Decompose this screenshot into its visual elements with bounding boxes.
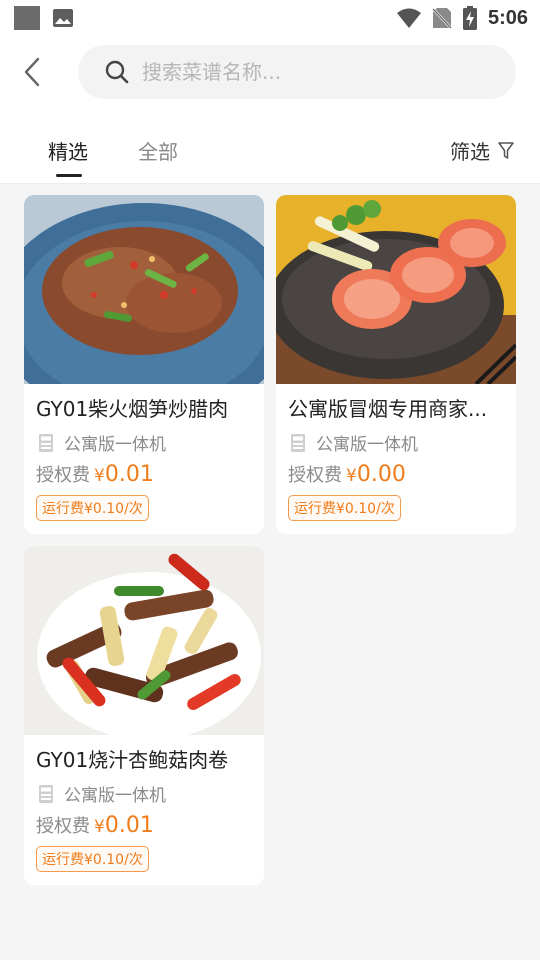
wifi-icon	[396, 8, 421, 28]
search-icon	[105, 60, 129, 84]
image-notification-icon	[53, 9, 73, 27]
price-row: 授权费 ¥ 0.01	[36, 461, 154, 487]
filter-label: 筛选	[450, 140, 490, 164]
no-sim-icon	[432, 8, 452, 29]
top-bar	[0, 36, 540, 112]
device-label: 公寓版一体机	[64, 435, 166, 455]
currency-symbol: ¥	[346, 466, 357, 486]
device-label: 公寓版一体机	[316, 435, 418, 455]
recipe-card[interactable]: GY01柴火烟笋炒腊肉 公寓版一体机 授权费 ¥ 0.01 运行费¥0.10/次	[24, 195, 264, 534]
license-fee-label: 授权费	[36, 465, 90, 486]
tab-featured[interactable]: 精选	[48, 136, 88, 165]
currency-symbol: ¥	[94, 817, 105, 837]
price-row: 授权费 ¥ 0.00	[288, 461, 406, 487]
recipe-title: 公寓版冒烟专用商家...	[288, 397, 488, 421]
cooking-machine-icon	[291, 433, 305, 452]
device-label: 公寓版一体机	[64, 786, 166, 806]
recipe-card[interactable]: 公寓版冒烟专用商家... 公寓版一体机 授权费 ¥ 0.00 运行费¥0.10/…	[276, 195, 516, 534]
license-fee-label: 授权费	[288, 465, 342, 486]
device-row: 公寓版一体机	[38, 781, 166, 806]
price-value: 0.00	[356, 462, 406, 487]
tab-bar: 精选 全部 筛选	[0, 112, 540, 184]
recipe-photo	[24, 195, 264, 384]
run-fee-badge: 运行费¥0.10/次	[288, 495, 401, 521]
price-value: 0.01	[104, 813, 154, 838]
currency-symbol: ¥	[94, 466, 105, 486]
chevron-left-icon	[24, 57, 40, 87]
run-fee-badge: 运行费¥0.10/次	[36, 495, 149, 521]
status-time: 5:06	[487, 6, 528, 29]
status-bar: 5:06	[0, 0, 540, 36]
cooking-machine-icon	[39, 433, 53, 452]
filter-funnel-icon	[498, 141, 514, 159]
battery-charging-icon	[462, 6, 477, 30]
notification-square-icon	[14, 6, 40, 30]
tab-all[interactable]: 全部	[138, 136, 178, 165]
run-fee-badge: 运行费¥0.10/次	[36, 846, 149, 872]
price-value: 0.01	[104, 462, 154, 487]
recipe-photo	[276, 195, 516, 384]
license-fee-label: 授权费	[36, 816, 90, 837]
back-button[interactable]	[14, 52, 50, 92]
device-row: 公寓版一体机	[38, 430, 166, 455]
recipe-title: GY01柴火烟笋炒腊肉	[36, 397, 229, 421]
device-row: 公寓版一体机	[290, 430, 418, 455]
tab-active-indicator	[56, 174, 82, 177]
cooking-machine-icon	[39, 784, 53, 803]
search-input[interactable]	[142, 60, 482, 84]
search-bar[interactable]	[78, 45, 516, 99]
recipe-title: GY01烧汁杏鲍菇肉卷	[36, 748, 229, 772]
price-row: 授权费 ¥ 0.01	[36, 812, 154, 838]
filter-button[interactable]: 筛选	[450, 136, 514, 165]
recipe-card[interactable]: GY01烧汁杏鲍菇肉卷 公寓版一体机 授权费 ¥ 0.01 运行费¥0.10/次	[24, 546, 264, 885]
recipe-photo	[24, 546, 264, 735]
